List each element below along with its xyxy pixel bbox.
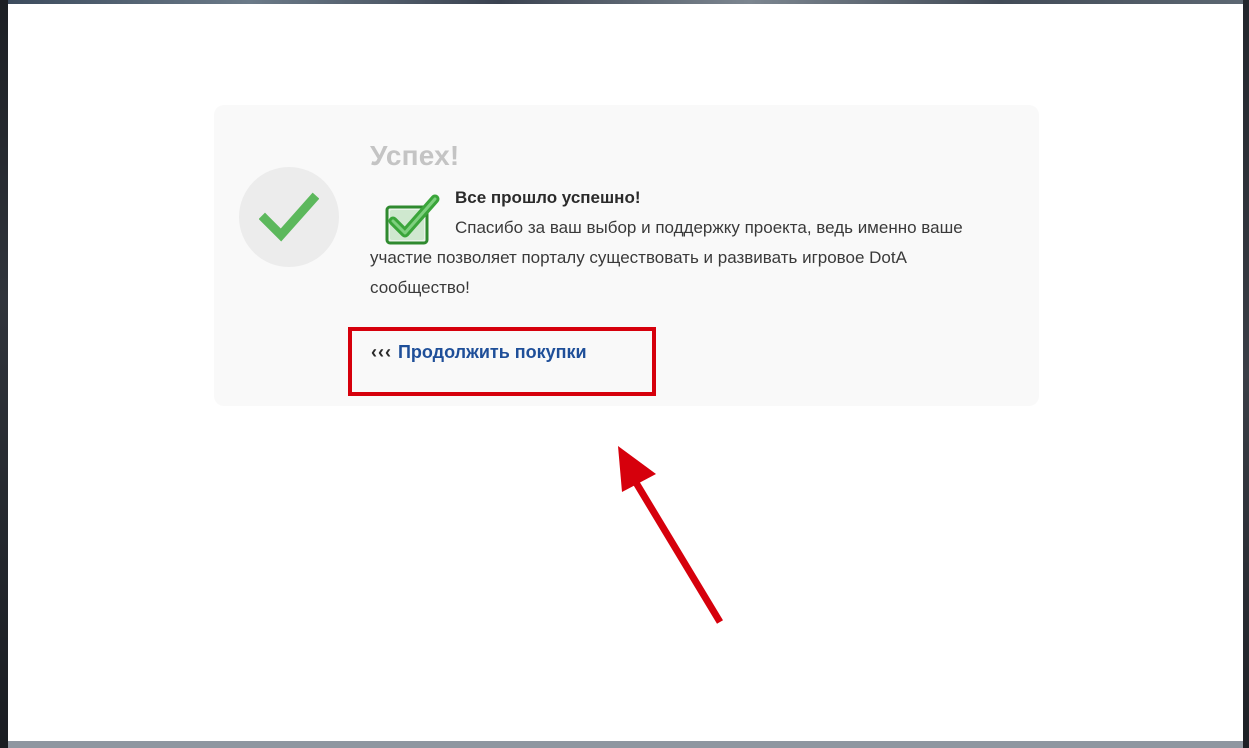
- checkmark-icon: [259, 192, 319, 242]
- modal-bottom-bar: [8, 741, 1243, 748]
- success-message: Спасибо за ваш выбор и поддержку проекта…: [370, 218, 963, 297]
- success-status-circle: [239, 167, 339, 267]
- highlight-annotation-box: [348, 327, 656, 396]
- red-arrow-annotation: [618, 446, 723, 624]
- background-left: [0, 0, 8, 748]
- page-title: Успех!: [370, 140, 460, 171]
- success-subtitle: Все прошло успешно!: [455, 188, 641, 207]
- background-right: [1243, 0, 1249, 748]
